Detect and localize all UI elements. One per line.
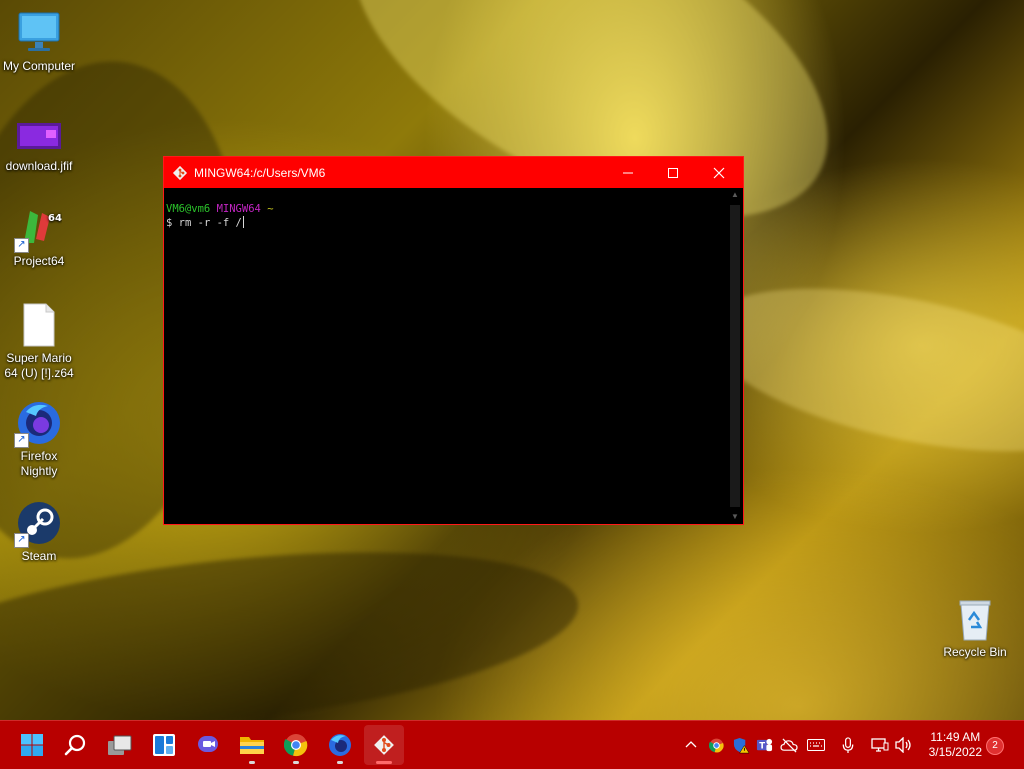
network-icon	[871, 738, 889, 752]
recycle-bin-icon	[952, 596, 998, 642]
volume-tray-button[interactable]	[893, 721, 915, 769]
maximize-icon	[667, 167, 678, 178]
task-view-icon	[108, 735, 132, 755]
command-line[interactable]: $ rm -r -f /	[166, 216, 727, 230]
chrome-tray-icon	[708, 738, 724, 752]
minimize-button[interactable]	[605, 157, 650, 188]
widgets-button[interactable]	[144, 725, 184, 765]
desktop-icon-label: Recycle Bin	[943, 645, 1007, 659]
desktop-icon-recycle-bin[interactable]: Recycle Bin	[935, 596, 1015, 660]
clock-date: 3/15/2022	[928, 745, 982, 759]
onedrive-tray-button[interactable]	[778, 721, 800, 769]
prompt-path: ~	[267, 203, 274, 215]
project64-icon: 64 ↗	[14, 205, 62, 253]
desktop-icon-steam[interactable]: ↗ Steam	[0, 500, 79, 564]
active-indicator	[376, 761, 392, 764]
chevron-up-icon	[685, 741, 697, 748]
desktop-icon-label: download.jfif	[5, 159, 73, 173]
svg-text:T: T	[759, 741, 765, 751]
desktop-icon-download-jfif[interactable]: download.jfif	[0, 110, 79, 174]
prompt-system: MINGW64	[216, 203, 261, 215]
start-button[interactable]	[12, 725, 52, 765]
security-tray-button[interactable]	[731, 721, 751, 769]
window-title: MINGW64:/c/Users/VM6	[194, 165, 326, 180]
prompt-line: VM6@vm6 MINGW64 ~	[166, 202, 727, 216]
svg-text:64: 64	[48, 213, 62, 224]
text-cursor	[242, 216, 244, 228]
image-file-icon	[16, 110, 62, 156]
windows-logo-icon	[21, 734, 43, 756]
scrollbar-track[interactable]	[730, 205, 740, 507]
desktop-icon-label: Super Mario 64 (U) [!].z64	[4, 351, 74, 380]
file-explorer-button[interactable]	[232, 725, 272, 765]
close-button[interactable]	[695, 157, 743, 188]
firefox-nightly-icon: ↗	[14, 400, 62, 448]
running-indicator	[337, 761, 343, 764]
microphone-tray-button[interactable]	[838, 721, 858, 769]
clock-time: 11:49 AM	[930, 730, 981, 744]
maximize-button[interactable]	[650, 157, 695, 188]
git-bash-button[interactable]	[364, 725, 404, 765]
prompt-symbol: $	[166, 217, 173, 229]
desktop-icon-label: My Computer	[2, 59, 76, 73]
git-icon	[172, 165, 188, 181]
onedrive-off-icon	[779, 738, 798, 752]
blank-file-icon	[16, 302, 62, 348]
steam-icon: ↗	[14, 500, 62, 548]
close-icon	[713, 167, 725, 178]
keyboard-icon	[807, 739, 825, 751]
folder-icon	[240, 737, 264, 754]
volume-icon	[895, 737, 911, 753]
chrome-icon	[284, 734, 308, 757]
desktop-icon-label: Firefox Nightly	[20, 449, 58, 478]
monitor-icon	[16, 10, 62, 56]
command-text: rm -r -f /	[178, 217, 242, 229]
teams-icon: T	[756, 738, 772, 751]
search-button[interactable]	[56, 725, 96, 765]
scroll-up-icon[interactable]: ▲	[727, 188, 743, 202]
task-view-button[interactable]	[100, 725, 140, 765]
vertical-scrollbar[interactable]: ▲ ▼	[727, 188, 743, 524]
mingw64-terminal-window[interactable]: MINGW64:/c/Users/VM6 VM6@vm6 MINGW64 ~ $…	[163, 156, 744, 525]
teams-tray-button[interactable]: T	[754, 721, 774, 769]
microphone-icon	[842, 736, 854, 753]
terminal-output[interactable]: VM6@vm6 MINGW64 ~ $ rm -r -f /	[164, 188, 727, 524]
desktop-icon-firefox-nightly[interactable]: ↗ Firefox Nightly	[0, 400, 79, 479]
running-indicator	[249, 761, 255, 764]
widgets-icon	[153, 734, 175, 756]
shortcut-arrow-icon: ↗	[14, 433, 29, 448]
desktop-icon-project64[interactable]: 64 ↗ Project64	[0, 205, 79, 269]
desktop-icon-label: Steam	[21, 549, 57, 563]
chrome-tray-button[interactable]	[706, 721, 726, 769]
show-hidden-icons-button[interactable]	[682, 721, 700, 769]
shortcut-arrow-icon: ↗	[14, 238, 29, 253]
shortcut-arrow-icon: ↗	[14, 533, 29, 548]
chrome-button[interactable]	[276, 725, 316, 765]
scroll-down-icon[interactable]: ▼	[727, 510, 743, 524]
defender-warning-icon	[733, 737, 749, 753]
search-icon	[64, 734, 86, 756]
taskbar-clock[interactable]: 11:49 AM 3/15/2022	[929, 730, 982, 760]
network-tray-button[interactable]	[869, 721, 891, 769]
desktop-icon-label: Project64	[13, 254, 65, 268]
firefox-button[interactable]	[320, 725, 360, 765]
notification-badge[interactable]: 2	[986, 737, 1004, 755]
prompt-user-host: VM6@vm6	[166, 203, 211, 215]
firefox-icon	[329, 734, 351, 756]
taskbar: T 11:49 AM 3/15/2022 2	[0, 720, 1024, 769]
window-titlebar[interactable]: MINGW64:/c/Users/VM6	[164, 157, 743, 188]
running-indicator	[293, 761, 299, 764]
desktop-icon-super-mario-64[interactable]: Super Mario 64 (U) [!].z64	[0, 302, 79, 381]
minimize-icon	[622, 172, 633, 173]
chat-button[interactable]	[188, 725, 228, 765]
git-icon	[374, 735, 394, 755]
keyboard-tray-button[interactable]	[805, 721, 827, 769]
chat-icon	[198, 736, 218, 752]
desktop-icon-my-computer[interactable]: My Computer	[0, 10, 79, 74]
